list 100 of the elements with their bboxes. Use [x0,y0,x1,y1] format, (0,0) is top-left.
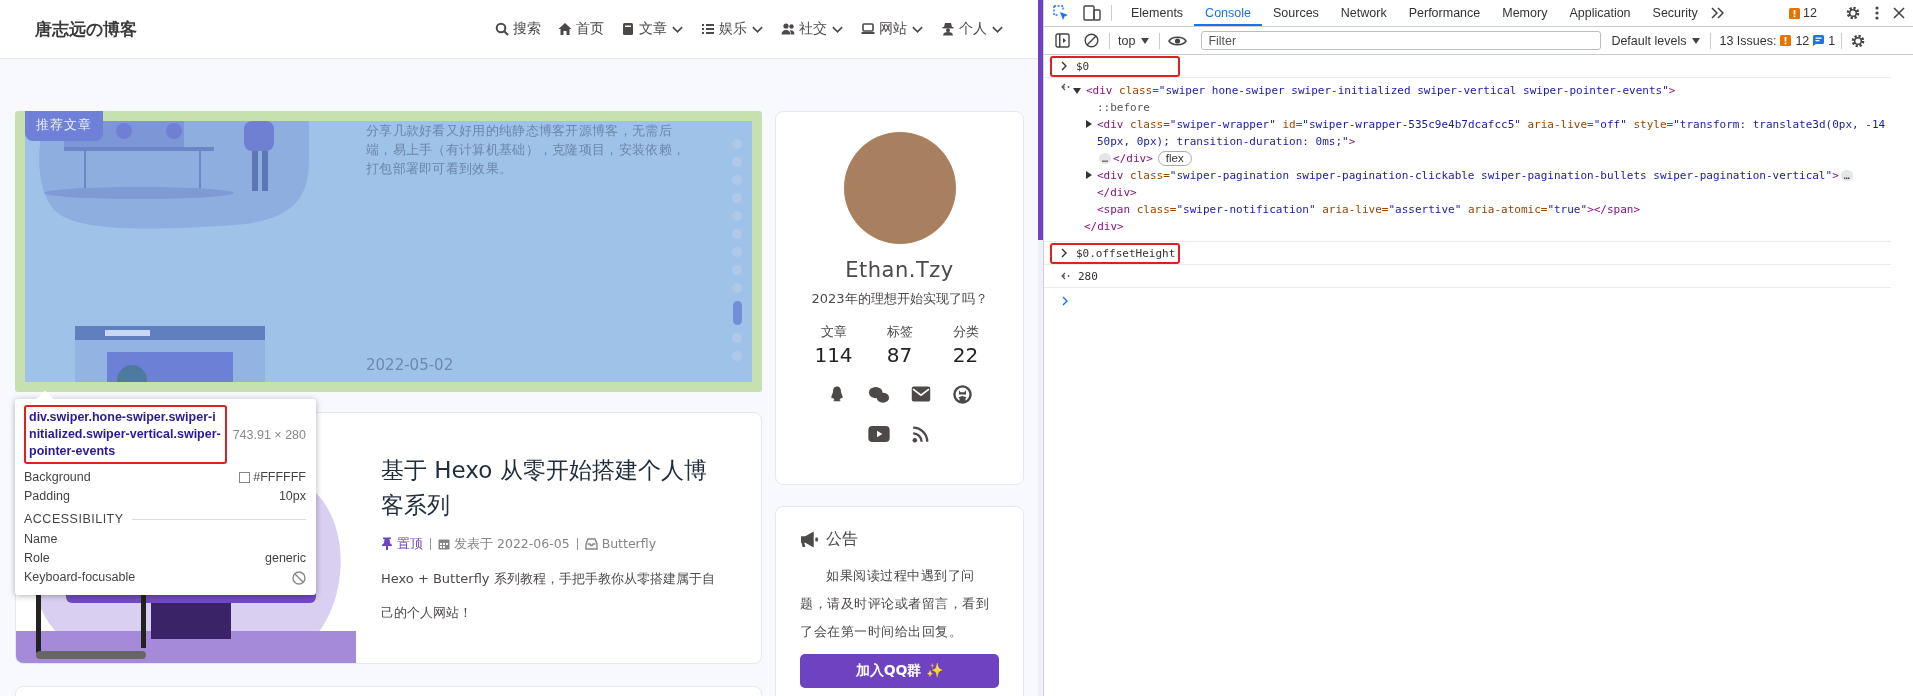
devtools-tab[interactable]: Security [1641,0,1709,26]
author-motto: 2023年的理想开始实现了吗？ [811,290,988,308]
code-text: <span class="swiper-notification" aria-live="assertive" aria-atomic="true"></span> [1097,202,1641,218]
code-text: <div class="swiper-wrapper" id="swiper-wrapper-535c9e4b7dcafcc5" aria-live="off" style="transform: translate3d(0px, -1450px, 0px); transition-duration: 0ms;"> [1097,117,1887,150]
nav-link[interactable]: 文章 [621,20,684,38]
home-icon [558,22,572,36]
filter-input[interactable]: Filter [1201,31,1602,50]
expand-toggle-icon[interactable] [1086,120,1092,128]
users-icon [781,22,795,36]
sidebar-toggle-icon[interactable] [1055,33,1070,48]
prompt-chevron-icon [1062,296,1069,306]
expand-toggle-icon[interactable] [1073,88,1081,94]
penguin-icon [828,385,845,403]
person-icon [941,22,955,36]
message-icon [1813,35,1825,46]
stat-link[interactable]: 分类 22 [932,324,999,367]
property-value: 10px [278,488,306,505]
kebab-menu-icon[interactable] [1875,6,1879,20]
prompt-chevron-icon [1061,61,1068,71]
property-label: Padding [24,488,70,505]
property-label: Name [24,531,58,548]
warning-square-icon [1789,7,1801,19]
code-text: </div> [1084,219,1124,235]
context-dropdown[interactable]: top [1118,33,1150,48]
devtools-tab[interactable]: Network [1329,0,1398,26]
laptop-icon [861,22,875,36]
result-arrow-icon [1061,83,1071,91]
card-title: 公告 [826,529,858,550]
post-title[interactable]: 基于 Hexo 从零开始搭建个人博客系列 [381,453,716,523]
author-name: Ethan.Tzy [845,258,954,282]
devtools-tab[interactable]: Memory [1491,0,1559,26]
color-swatch [239,472,251,483]
category-badge: 推荐文章 [25,111,103,141]
expand-ellipsis-button[interactable]: … [1840,170,1853,181]
prompt-chevron-icon [1061,248,1068,258]
social-link[interactable] [951,383,974,405]
list-icon [701,22,715,36]
issues-button[interactable]: 12 [1789,6,1817,20]
log-levels-dropdown[interactable]: Default levels [1611,33,1701,48]
devtools-tab[interactable]: Performance [1397,0,1492,26]
announcement-text: 如果阅读过程中遇到了问题，请及时评论或者留言，看到了会在第一时间给出回复。 [800,567,990,641]
issues-counter[interactable]: 13 Issues: 12 1 [1719,33,1836,48]
book-icon [621,22,635,36]
clear-console-icon[interactable] [1084,33,1099,48]
code-text: </div> [1113,151,1153,167]
github-icon [953,384,972,404]
expand-toggle-icon[interactable] [1086,171,1092,179]
rss-icon [912,425,929,443]
property-label: Background [24,469,91,486]
element-size: 743.91 × 280 [232,427,306,442]
devtools-tab[interactable]: Elements [1120,0,1195,26]
search-icon [495,22,509,36]
chat-bubbles-icon [867,385,890,403]
caret-down-icon [1692,37,1701,44]
property-value: generic [265,550,306,567]
nav-link[interactable]: 娱乐 [701,20,764,38]
devtools-tab[interactable]: Sources [1262,0,1330,26]
settings-icon[interactable] [1850,32,1867,49]
sticky-label: 置顶 [397,537,423,550]
post-excerpt: Hexo + Butterfly 系列教程，手把手教你从零搭建属于自己的个人网站！ [381,570,716,622]
code-text: <div class="swiper hone-swiper swiper-initialized swiper-vertical swiper-pointer-events"> [1086,83,1676,99]
device-toolbar-icon[interactable] [1083,5,1101,21]
code-text: ::before [1097,100,1150,116]
property-label: Keyboard-focusable [24,569,136,586]
category-link[interactable]: Butterfly [601,537,657,550]
code-text: $0 [1076,59,1090,73]
nav-link[interactable]: 首页 [558,20,604,38]
code-text: </div> [1097,185,1137,201]
nav-link[interactable]: 搜索 [495,20,541,38]
eye-icon[interactable] [1168,34,1188,47]
stat-link[interactable]: 标签 87 [866,324,933,367]
envelope-icon [910,386,931,402]
element-selector: div.swiper.hone-swiper.swiper-initialized.swiper-vertical.swiper-pointer-events [24,405,227,464]
calendar-icon [438,537,450,550]
scrollbar-thumb[interactable] [1038,0,1043,240]
nav-link[interactable]: 社交 [781,20,844,38]
site-title[interactable]: 唐志远の博客 [35,17,137,41]
devtools-tab[interactable]: Console [1194,0,1262,26]
video-play-icon [867,426,890,442]
post-date: 发表于 2022-06-05 [454,537,570,550]
nav-link[interactable]: 网站 [861,20,924,38]
caret-down-icon [1141,37,1150,44]
not-allowed-icon [292,570,306,585]
nav-link[interactable]: 个人 [941,20,1004,38]
section-heading: ACCESSIBILITY [24,512,124,526]
devtools-tab[interactable]: Application [1558,0,1642,26]
pin-icon [381,537,393,550]
code-text: $0.offsetHeight [1076,246,1176,260]
close-icon[interactable] [1893,7,1905,19]
warning-square-icon [1780,35,1792,46]
post-date: 2022-05-02 [366,356,455,374]
code-text: 280 [1078,269,1098,283]
social-link[interactable] [867,423,890,445]
settings-icon[interactable] [1845,5,1861,21]
join-group-button[interactable]: 加入QQ群 ✨ [800,654,999,688]
double-chevron-icon[interactable] [1708,6,1725,20]
stat-link[interactable]: 文章 114 [800,324,867,367]
expand-ellipsis-button[interactable]: … [1099,153,1112,164]
code-text: <div class="swiper-pagination swiper-pagination-clickable swiper-pagination-bullets swiper-pagination-vertical"> [1097,168,1839,184]
inspect-element-icon[interactable] [1053,5,1069,21]
